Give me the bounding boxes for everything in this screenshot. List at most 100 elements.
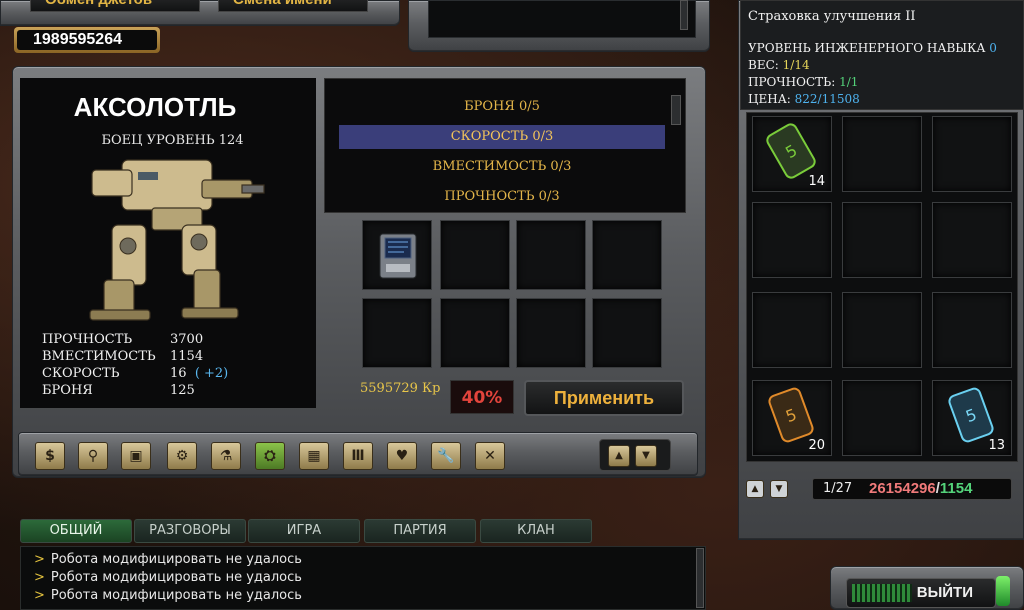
scroll-up-icon[interactable]: ▲	[608, 445, 630, 467]
chat-arrow: >	[34, 588, 45, 603]
gear-box-icon[interactable]: ⚙	[167, 442, 197, 470]
weight-total: 26154296/1154	[869, 480, 972, 497]
robot-slot[interactable]	[516, 220, 586, 290]
robot-slot[interactable]	[440, 298, 510, 368]
flask-icon[interactable]: ⚗	[211, 442, 241, 470]
item-count: 13	[988, 438, 1005, 453]
weight-label: ВЕС:	[748, 58, 779, 72]
inventory-slot[interactable]: 5 14	[752, 116, 832, 192]
stat-row: СКОРОСТЬ 16 ( +2)	[42, 366, 228, 381]
weight-line: ВЕС: 1/14	[748, 58, 810, 72]
success-chance: 40%	[450, 380, 514, 414]
stat-value: 16	[170, 366, 187, 381]
upgrade-list-scrollbar[interactable]	[671, 95, 681, 125]
robot-slot[interactable]	[516, 298, 586, 368]
chat-message: > Робота модифицировать не удалось	[34, 570, 302, 585]
stat-bonus: ( +2)	[194, 366, 229, 381]
top-center-panel	[428, 0, 696, 38]
robot-slot[interactable]	[592, 298, 662, 368]
insurance-orange-icon: 5	[768, 387, 814, 443]
upgrade-item-speed[interactable]: СКОРОСТЬ 0/3	[339, 125, 665, 149]
durability-label: ПРОЧНОСТЬ:	[748, 75, 836, 89]
inventory-next-icon[interactable]: ▼	[770, 480, 788, 498]
chat-text: Робота модифицировать не удалось	[50, 588, 302, 603]
tab-clan[interactable]: КЛАН	[480, 519, 592, 543]
price-line: ЦЕНА: 822/11508	[748, 92, 860, 106]
robot-icon[interactable]: ⚲	[78, 442, 108, 470]
robot-name: АКСОЛОТЛЬ	[73, 92, 237, 122]
blocks-icon[interactable]: ▦	[299, 442, 329, 470]
insurance-green-icon: 5	[766, 123, 816, 179]
stat-label: БРОНЯ	[42, 383, 93, 398]
upgrade-item-capacity[interactable]: ВМЕСТИМОСТЬ 0/3	[339, 155, 665, 179]
tab-game[interactable]: ИГРА	[248, 519, 360, 543]
chat-text: Робота модифицировать не удалось	[50, 570, 302, 585]
exit-indicator-left	[852, 584, 912, 602]
inventory-slot[interactable]: 5 13	[932, 380, 1012, 456]
robot-slot[interactable]	[440, 220, 510, 290]
robot-slots	[356, 218, 686, 374]
upgrade-list: БРОНЯ 0/5 СКОРОСТЬ 0/3 ВМЕСТИМОСТЬ 0/3 П…	[324, 78, 686, 213]
stat-label: СКОРОСТЬ	[42, 366, 120, 381]
robot-slot[interactable]	[362, 220, 432, 290]
stat-row: ПРОЧНОСТЬ 3700	[42, 332, 203, 347]
weight-used: 26154296	[869, 480, 936, 497]
stat-row: ВМЕСТИМОСТЬ 1154	[42, 349, 203, 364]
crate-icon[interactable]: ▣	[121, 442, 151, 470]
skill-line: УРОВЕНЬ ИНЖЕНЕРНОГО НАВЫКА 0	[748, 41, 997, 55]
apply-button[interactable]: Применить	[524, 380, 684, 416]
upgrade-item-durability[interactable]: ПРОЧНОСТЬ 0/3	[339, 185, 665, 209]
tab-conversations[interactable]: РАЗГОВОРЫ	[134, 519, 246, 543]
durability-line: ПРОЧНОСТЬ: 1/1	[748, 75, 858, 89]
dollar-icon[interactable]: $	[35, 442, 65, 470]
stat-value: 125	[170, 383, 195, 398]
skill-label: УРОВЕНЬ ИНЖЕНЕРНОГО НАВЫКА	[748, 41, 986, 55]
cross-tools-icon[interactable]: ✕	[475, 442, 505, 470]
money-display: 1989595264	[14, 27, 160, 53]
insurance-blue-icon: 5	[948, 387, 994, 443]
upgrade-item-armor[interactable]: БРОНЯ 0/5	[339, 95, 665, 119]
tab-party[interactable]: ПАРТИЯ	[364, 519, 476, 543]
scroll-down-icon[interactable]: ▼	[635, 445, 657, 467]
credits-value: 5595729 Кр	[360, 381, 441, 396]
stat-label: ВМЕСТИМОСТЬ	[42, 349, 156, 364]
inventory-slot[interactable]	[752, 292, 832, 368]
exit-indicator-right	[996, 576, 1010, 606]
inventory-slot[interactable]	[932, 292, 1012, 368]
chat-arrow: >	[34, 552, 45, 567]
chat-scrollbar[interactable]	[696, 548, 704, 608]
inventory-slot[interactable]	[842, 380, 922, 456]
chat-arrow: >	[34, 570, 45, 585]
inventory-slot[interactable]: 5 20	[752, 380, 832, 456]
inventory-slot[interactable]	[842, 292, 922, 368]
robot-image	[89, 159, 265, 321]
wrench-gear-icon[interactable]: ⛭	[255, 442, 285, 470]
inventory-prev-icon[interactable]: ▲	[746, 480, 764, 498]
item-title: Страховка улучшения II	[748, 9, 916, 24]
stat-row: БРОНЯ 125	[42, 383, 195, 398]
chat-message: > Робота модифицировать не удалось	[34, 588, 302, 603]
stat-value: 3700	[170, 332, 204, 347]
money-value: 1989595264	[17, 30, 157, 50]
inventory-slots: 5 14 5 20 5 13	[752, 116, 1016, 460]
heart-icon[interactable]: ♥	[387, 442, 417, 470]
durability-value: 1/1	[839, 75, 859, 89]
stat-value: 1154	[170, 349, 204, 364]
chat-message: > Робота модифицировать не удалось	[34, 552, 302, 567]
jets-swap-button[interactable]: Обмен джетов	[30, 0, 200, 12]
wrench-icon[interactable]: 🔧	[431, 442, 461, 470]
rename-button[interactable]: Смена имени	[218, 0, 368, 12]
robot-slot[interactable]	[592, 220, 662, 290]
top-panel-scrollbar[interactable]	[680, 0, 688, 30]
page-indicator: 1/27	[823, 481, 853, 496]
price-label: ЦЕНА:	[748, 92, 791, 106]
inventory-slot[interactable]	[932, 202, 1012, 278]
robot-slot[interactable]	[362, 298, 432, 368]
inventory-slot[interactable]	[842, 202, 922, 278]
inventory-slot[interactable]	[932, 116, 1012, 192]
inventory-slot[interactable]	[842, 116, 922, 192]
inventory-slot[interactable]	[752, 202, 832, 278]
tab-general[interactable]: ОБЩИЙ	[20, 519, 132, 543]
device-icon	[379, 233, 417, 279]
columns-icon[interactable]: Ⅲ	[343, 442, 373, 470]
